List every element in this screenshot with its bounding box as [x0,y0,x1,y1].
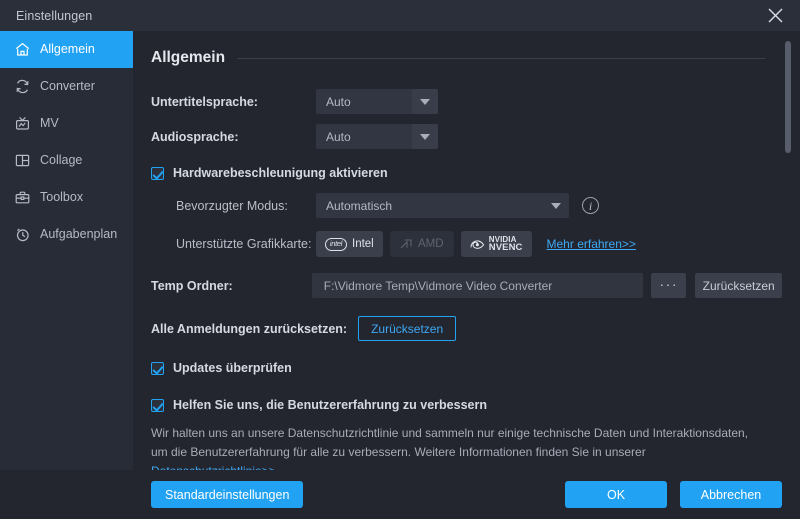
nvidia-line2: NVENC [489,244,523,253]
sidebar-item-aufgabenplan[interactable]: Aufgabenplan [0,216,133,253]
amd-logo-icon [400,239,413,250]
audio-language-label: Audiosprache: [151,130,316,144]
chevron-down-icon [543,193,569,218]
sidebar-item-mv[interactable]: MV [0,105,133,142]
toolbox-icon [14,189,31,206]
temp-folder-browse-button[interactable]: ··· [651,273,686,298]
nvidia-label: NVIDIA NVENC [489,236,523,253]
audio-language-value: Auto [316,130,351,144]
row-audio-language: Audiosprache: Auto [151,124,782,149]
tv-icon [14,115,31,132]
close-button[interactable] [758,3,792,29]
subtitle-language-value: Auto [316,95,351,109]
preferred-mode-value: Automatisch [316,199,392,213]
cancel-button[interactable]: Abbrechen [680,481,782,508]
sidebar-item-label: Aufgabenplan [40,228,117,241]
sidebar-item-toolbox[interactable]: Toolbox [0,179,133,216]
sidebar-item-collage[interactable]: Collage [0,142,133,179]
sidebar: Allgemein Converter [0,31,133,470]
row-temp-folder: Temp Ordner: F:\Vidmore Temp\Vidmore Vid… [151,273,782,298]
sidebar-item-label: Collage [40,154,82,167]
intel-logo-icon: intel [325,238,347,251]
reset-logins-button[interactable]: Zurücksetzen [358,316,456,341]
row-check-updates: Updates überprüfen [151,361,782,375]
sidebar-item-label: Toolbox [40,191,83,204]
window-body: Allgemein Converter [0,31,800,470]
sidebar-item-converter[interactable]: Converter [0,68,133,105]
title-bar: Einstellungen [0,0,800,31]
sidebar-item-label: Converter [40,80,95,93]
temp-folder-label: Temp Ordner: [151,279,312,293]
gpu-badge-intel[interactable]: intel Intel [316,231,383,257]
refresh-icon [14,78,31,95]
subtitle-language-select[interactable]: Auto [316,89,438,114]
dialog-footer: Standardeinstellungen OK Abbrechen [0,470,800,519]
clock-icon [14,226,31,243]
section-header-allgemein: Allgemein [151,41,765,75]
row-preferred-mode: Bevorzugter Modus: Automatisch i [151,193,782,218]
improve-experience-checkbox[interactable] [151,399,164,412]
sidebar-item-label: Allgemein [40,43,95,56]
chevron-down-icon [412,124,438,149]
row-reset-logins: Alle Anmeldungen zurücksetzen: Zurückset… [151,316,782,341]
home-icon [14,41,31,58]
row-hardware-acceleration: Hardwarebeschleunigung aktivieren [151,166,782,180]
sidebar-item-allgemein[interactable]: Allgemein [0,31,133,68]
row-improve-experience: Helfen Sie uns, die Benutzererfahrung zu… [151,398,782,412]
improve-experience-label: Helfen Sie uns, die Benutzererfahrung zu… [173,398,487,412]
preferred-mode-label: Bevorzugter Modus: [176,199,316,213]
nvidia-logo-icon: NVIDIA NVENC [470,236,523,253]
info-icon[interactable]: i [582,197,599,214]
graphics-card-label: Unterstützte Grafikkarte: [176,237,316,251]
content-scrollbar[interactable] [785,41,791,470]
gpu-badge-amd: AMD [390,231,454,257]
temp-folder-reset-button[interactable]: Zurücksetzen [695,273,782,298]
defaults-button[interactable]: Standardeinstellungen [151,481,303,508]
temp-folder-input[interactable]: F:\Vidmore Temp\Vidmore Video Converter [312,273,644,298]
footer-actions: OK Abbrechen [565,481,782,508]
subtitle-language-label: Untertitelsprache: [151,95,316,109]
row-graphics-card: Unterstützte Grafikkarte: intel Intel A [151,231,782,257]
gpu-badge-nvidia[interactable]: NVIDIA NVENC [461,231,532,257]
window-title: Einstellungen [16,9,92,23]
privacy-description-text: Wir halten uns an unsere Datenschutzrich… [151,426,748,459]
settings-content: Allgemein Untertitelsprache: Auto Audios… [133,31,800,470]
check-updates-label: Updates überprüfen [173,361,292,375]
divider [237,58,765,59]
close-icon [767,7,784,24]
chevron-down-icon [412,89,438,114]
preferred-mode-select[interactable]: Automatisch [316,193,569,218]
audio-language-select[interactable]: Auto [316,124,438,149]
gpu-badge-label: AMD [418,238,444,250]
gpu-badge-label: Intel [352,238,374,250]
layout-icon [14,152,31,169]
ok-button[interactable]: OK [565,481,667,508]
row-subtitle-language: Untertitelsprache: Auto [151,89,782,114]
hardware-acceleration-label: Hardwarebeschleunigung aktivieren [173,166,388,180]
learn-more-link[interactable]: Mehr erfahren>> [547,237,636,251]
settings-window: Einstellungen Allgemein [0,0,800,519]
sidebar-item-label: MV [40,117,59,130]
settings-scroll-area: Allgemein Untertitelsprache: Auto Audios… [133,31,800,470]
reset-logins-label: Alle Anmeldungen zurücksetzen: [151,322,347,336]
privacy-description: Wir halten uns an unsere Datenschutzrich… [151,424,760,470]
check-updates-checkbox[interactable] [151,362,164,375]
scrollbar-thumb[interactable] [785,41,791,153]
hardware-acceleration-checkbox[interactable] [151,167,164,180]
page-title: Allgemein [151,49,225,67]
temp-folder-value: F:\Vidmore Temp\Vidmore Video Converter [324,279,553,293]
